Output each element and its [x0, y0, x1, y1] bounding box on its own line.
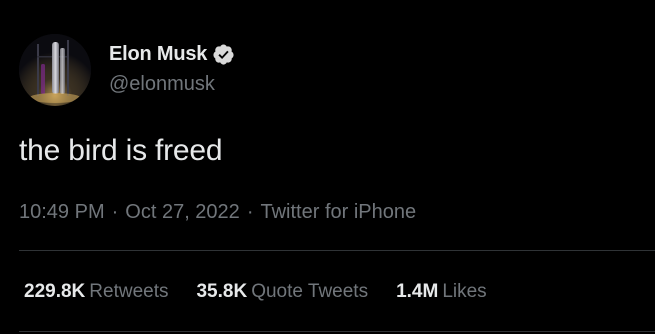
divider [19, 250, 655, 251]
author-handle[interactable]: @elonmusk [109, 73, 215, 96]
quote-tweets-count: 35.8K [196, 281, 248, 302]
tweet-source[interactable]: Twitter for iPhone [260, 201, 416, 224]
tweet-text: the bird is freed [19, 134, 223, 167]
display-name[interactable]: Elon Musk [109, 43, 207, 66]
likes-stat[interactable]: 1.4M Likes [396, 281, 487, 303]
meta-separator: · [111, 201, 119, 223]
tweet-meta: 10:49 PM · Oct 27, 2022 · Twitter for iP… [19, 201, 416, 224]
avatar[interactable] [19, 34, 91, 106]
divider [19, 331, 655, 332]
tweet-date[interactable]: Oct 27, 2022 [125, 201, 240, 224]
likes-count: 1.4M [396, 281, 439, 302]
retweets-stat[interactable]: 229.8K Retweets [24, 281, 168, 303]
avatar-image [19, 34, 91, 106]
likes-label: Likes [442, 281, 487, 302]
quote-tweets-label: Quote Tweets [251, 281, 369, 302]
retweets-count: 229.8K [24, 281, 86, 302]
meta-separator: · [246, 201, 254, 223]
quote-tweets-stat[interactable]: 35.8K Quote Tweets [196, 281, 368, 303]
engagement-stats: 229.8K Retweets 35.8K Quote Tweets 1.4M Lik… [24, 281, 515, 303]
tweet-card: Elon Musk @elonmusk the bird is freed 10… [0, 0, 655, 334]
author-name-row: Elon Musk [109, 42, 235, 66]
tweet-time[interactable]: 10:49 PM [19, 201, 105, 224]
retweets-label: Retweets [89, 281, 169, 302]
verified-badge-icon [213, 43, 234, 65]
